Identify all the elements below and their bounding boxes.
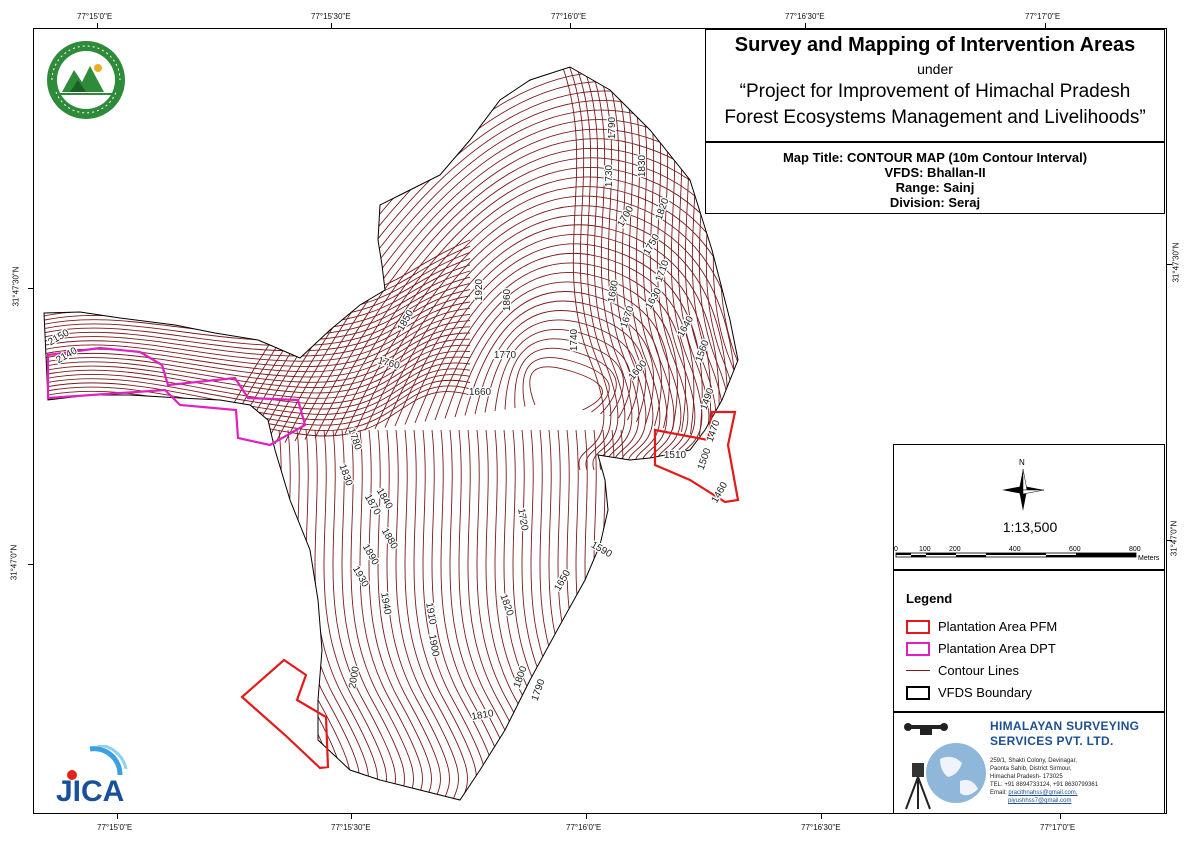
tick xyxy=(1060,814,1061,819)
tick xyxy=(821,814,822,819)
coord-left-2: 31°47'0"N xyxy=(9,544,19,581)
company-address: 259/1, Shakti Colony, Devinagar, Paonta … xyxy=(990,757,1098,805)
range-text: Range: Sainj xyxy=(895,180,975,195)
email-prefix: Email: xyxy=(990,790,1007,796)
coord-top-3: 77°16'0"E xyxy=(551,12,587,21)
tick xyxy=(351,814,352,819)
legend-item-boundary: VFDS Boundary xyxy=(906,685,1032,700)
address-line-2: Paonta Sahib, District Sirmour, xyxy=(990,766,1072,772)
legend-title: Legend xyxy=(906,591,953,606)
tick xyxy=(331,23,332,28)
scale-tick-400: 400 xyxy=(1009,546,1021,553)
scale-tick-0: 0 xyxy=(894,546,898,553)
coord-top-5: 77°17'0"E xyxy=(1025,12,1061,21)
tick xyxy=(570,23,571,28)
address-email-2: piyushhss7@gmail.com xyxy=(990,797,1098,805)
legend-item-dpt: Plantation Area DPT xyxy=(906,641,1056,656)
legend-label-contour: Contour Lines xyxy=(938,663,1019,678)
tick xyxy=(586,814,587,819)
legend-panel: Legend Plantation Area PFM Plantation Ar… xyxy=(893,570,1165,712)
email-link-2[interactable]: piyushhss7@gmail.com xyxy=(1008,798,1071,804)
coord-top-4: 77°16'30"E xyxy=(785,12,825,21)
scale-unit: Meters xyxy=(1138,555,1160,562)
scale-bar xyxy=(895,552,1137,558)
coord-bottom-3: 77°16'0"E xyxy=(566,823,602,832)
tick xyxy=(1167,540,1172,541)
tick xyxy=(97,23,98,28)
forest-department-logo xyxy=(47,41,125,119)
tick xyxy=(1167,264,1172,265)
division-text: Division: Seraj xyxy=(889,195,981,210)
company-name-line-2: SERVICES PVT. LTD. xyxy=(990,734,1114,748)
coord-right-1: 31°47'30"N xyxy=(1171,242,1181,283)
tick xyxy=(28,564,33,565)
scale-panel: N 1:13,500 0 100 200 400 600 800 Meters xyxy=(893,444,1165,570)
legend-item-contour: Contour Lines xyxy=(906,663,1019,678)
coord-left-1: 31°47'30"N xyxy=(11,266,21,307)
boundary-swatch xyxy=(906,685,930,700)
coord-bottom-1: 77°15'0"E xyxy=(97,823,133,832)
tick xyxy=(117,814,118,819)
north-label: N xyxy=(1019,458,1025,467)
tick xyxy=(28,288,33,289)
address-line-3: Himachal Pradesh- 173025 xyxy=(990,774,1063,780)
jica-logo: JICA xyxy=(56,745,128,807)
legend-label-pfm: Plantation Area PFM xyxy=(938,619,1058,634)
legend-label-boundary: VFDS Boundary xyxy=(938,685,1032,700)
scale-tick-600: 600 xyxy=(1069,546,1081,553)
surveying-logo xyxy=(904,723,986,810)
tick xyxy=(1045,23,1046,28)
company-name: HIMALAYAN SURVEYING SERVICES PVT. LTD. xyxy=(990,719,1139,749)
map-main-title: Survey and Mapping of Intervention Areas xyxy=(734,34,1136,56)
coord-bottom-4: 77°16'30"E xyxy=(801,823,841,832)
map-title-text: Map Title: CONTOUR MAP (10m Contour Inte… xyxy=(782,150,1088,165)
coord-right-2: 31°47'0"N xyxy=(1169,520,1179,557)
coord-bottom-2: 77°15'30"E xyxy=(331,823,371,832)
coord-top-1: 77°15'0"E xyxy=(77,12,113,21)
contour-line-swatch xyxy=(906,670,930,671)
title-under: under xyxy=(917,61,953,77)
legend-item-pfm: Plantation Area PFM xyxy=(906,619,1057,634)
project-line-1: “Project for Improvement of Himachal Pra… xyxy=(739,81,1131,102)
address-phone: TEL: +91 8894733124, +91 8630799361 xyxy=(990,782,1099,788)
svg-text:JICA: JICA xyxy=(56,775,124,807)
scale-ratio: 1:13,500 xyxy=(1002,519,1058,535)
scale-tick-800: 800 xyxy=(1129,546,1141,553)
tick xyxy=(805,23,806,28)
info-panel: Map Title: CONTOUR MAP (10m Contour Inte… xyxy=(705,142,1165,214)
pfm-swatch xyxy=(906,619,930,634)
coord-top-2: 77°15'30"E xyxy=(311,12,351,21)
project-line-2: Forest Ecosystems Management and Livelih… xyxy=(724,107,1146,128)
address-email: Email: pracithnahss@gmail.com, xyxy=(990,789,1098,797)
vfds-text: VFDS: Bhallan-II xyxy=(884,165,986,180)
north-arrow-icon xyxy=(1002,468,1045,511)
scale-tick-100: 100 xyxy=(919,546,931,553)
dpt-swatch xyxy=(906,641,930,656)
coord-bottom-5: 77°17'0"E xyxy=(1040,823,1076,832)
title-panel: Survey and Mapping of Intervention Areas… xyxy=(705,29,1165,142)
scale-tick-200: 200 xyxy=(949,546,961,553)
address-line-1: 259/1, Shakti Colony, Devinagar, xyxy=(990,758,1077,764)
company-panel: HIMALAYAN SURVEYING SERVICES PVT. LTD. 2… xyxy=(893,712,1165,814)
email-link-1[interactable]: pracithnahss@gmail.com, xyxy=(1008,790,1077,796)
legend-label-dpt: Plantation Area DPT xyxy=(938,641,1056,656)
company-name-line-1: HIMALAYAN SURVEYING xyxy=(990,719,1140,733)
